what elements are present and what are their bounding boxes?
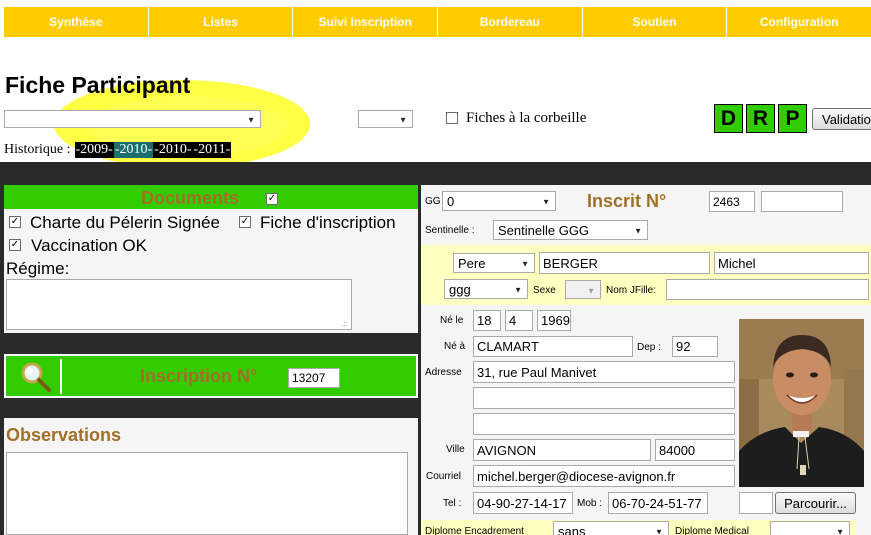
historique-year-link[interactable]: -2009- — [74, 142, 114, 158]
ne-jour-input[interactable]: 18 — [473, 310, 501, 331]
gg-select[interactable]: 0 ▼ — [442, 191, 556, 211]
inscrit-number-input[interactable]: 2463 — [709, 191, 755, 212]
code-postal-input[interactable]: 84000 — [655, 439, 735, 461]
nav-tab-soutien[interactable]: Soutien — [582, 7, 728, 37]
observations-textarea[interactable] — [6, 452, 408, 535]
historique-year-link[interactable]: -2010- — [113, 142, 154, 158]
mob-input[interactable]: 06-70-24-51-77 — [608, 492, 708, 514]
corbeille-label: Fiches à la corbeille — [466, 110, 587, 126]
historique-year-link[interactable]: -2011- — [192, 142, 232, 158]
chevron-down-icon: ▼ — [634, 226, 642, 236]
search-icon-box[interactable] — [11, 359, 62, 394]
tel-input[interactable]: 04-90-27-14-17 — [473, 492, 573, 514]
adresse-line2-input[interactable] — [473, 387, 735, 409]
nav-tab-suivi-inscription[interactable]: Suivi Inscription — [293, 7, 439, 37]
sentinelle-select[interactable]: Sentinelle GGG ▼ — [493, 220, 648, 240]
nav-tab-synthese[interactable]: Synthèse — [4, 7, 149, 37]
sentinelle-label: Sentinelle : — [425, 225, 475, 236]
r-button[interactable]: R — [746, 104, 775, 133]
regime-label: Régime: — [6, 259, 70, 278]
search-icon — [21, 362, 51, 392]
ne-a-label: Né à — [444, 341, 466, 352]
documents-title: Documents — [141, 188, 240, 208]
secondary-select[interactable]: ▼ — [358, 110, 413, 128]
historique-year-link[interactable]: -2010- — [153, 142, 193, 158]
documents-checkbox[interactable]: ✓ — [266, 193, 278, 205]
vaccination-checkbox[interactable]: ✓ — [9, 239, 21, 251]
main-nav: Synthèse Listes Suivi Inscription Border… — [4, 7, 871, 37]
diplome-encadrement-label: Diplome Encadrement — [425, 526, 524, 535]
ne-a-input[interactable]: CLAMART — [473, 336, 633, 357]
nav-tab-bordereau[interactable]: Bordereau — [438, 7, 583, 37]
chevron-down-icon: ▼ — [655, 527, 663, 535]
groupe-select[interactable]: ggg ▼ — [444, 279, 528, 299]
validation-button[interactable]: Validation — [812, 108, 871, 130]
charte-checkbox[interactable]: ✓ — [9, 216, 21, 228]
historique-label: Historique : — [4, 142, 71, 157]
chevron-down-icon: ▼ — [521, 259, 529, 269]
adresse-line1-input[interactable]: 31, rue Paul Manivet — [473, 361, 735, 383]
diplome-encadrement-select[interactable]: sans ▼ — [553, 521, 669, 535]
parcourir-button[interactable]: Parcourir... — [775, 492, 856, 514]
page-title: Fiche Participant — [5, 72, 191, 98]
inscription-label: Inscription N° — [140, 366, 258, 386]
chevron-down-icon: ▼ — [542, 197, 550, 207]
chevron-down-icon: ▼ — [836, 527, 844, 535]
gg-label: GG — [425, 196, 441, 207]
chevron-down-icon: ▼ — [399, 115, 407, 125]
participant-photo — [739, 319, 864, 487]
ne-mois-input[interactable]: 4 — [505, 310, 533, 331]
nav-tab-configuration[interactable]: Configuration — [727, 7, 871, 37]
fiche-inscription-checkbox[interactable]: ✓ — [239, 216, 251, 228]
nom-jfille-input[interactable] — [666, 279, 869, 300]
charte-label: Charte du Pélerin Signée — [30, 213, 220, 232]
p-button[interactable]: P — [778, 104, 807, 133]
dep-label: Dep : — [637, 342, 661, 353]
courriel-input[interactable]: michel.berger@diocese-avignon.fr — [473, 465, 735, 487]
ne-annee-input[interactable]: 1969 — [537, 310, 571, 331]
tel-label: Tel : — [443, 498, 462, 509]
inscrit-label: Inscrit N° — [587, 191, 667, 211]
dep-input[interactable]: 92 — [672, 336, 718, 357]
ville-input[interactable]: AVIGNON — [473, 439, 651, 461]
adresse-label: Adresse — [425, 367, 462, 378]
chevron-down-icon: ▼ — [587, 285, 595, 295]
mob-label: Mob : — [577, 498, 603, 509]
prenom-input[interactable]: Michel — [714, 252, 869, 274]
diplome-medical-select[interactable]: ▼ — [770, 521, 850, 535]
adresse-line3-input[interactable] — [473, 413, 735, 435]
participant-select[interactable]: ▼ — [4, 110, 261, 128]
diplome-medical-label: Diplome Medical — [675, 526, 749, 535]
nom-jfille-label: Nom JFille: — [606, 285, 657, 296]
inscrit-extra-input[interactable] — [761, 191, 843, 212]
sexe-select[interactable]: ▼ — [565, 280, 601, 299]
chevron-down-icon: ▼ — [247, 115, 255, 125]
observations-title: Observations — [6, 425, 122, 445]
ne-le-label: Né le — [440, 315, 464, 326]
sexe-label: Sexe — [533, 285, 556, 296]
regime-textarea[interactable]: .:: — [6, 279, 352, 330]
inscription-number-input[interactable]: 13207 — [288, 368, 340, 388]
ville-label: Ville — [446, 444, 465, 455]
photo-file-input[interactable] — [739, 492, 773, 514]
fiche-inscription-label: Fiche d'inscription — [260, 213, 396, 232]
chevron-down-icon: ▼ — [514, 285, 522, 295]
d-button[interactable]: D — [714, 104, 743, 133]
nom-input[interactable]: BERGER — [539, 252, 710, 274]
civilite-select[interactable]: Pere ▼ — [453, 253, 535, 273]
historique: Historique : -2009- -2010- -2010- -2011- — [4, 142, 232, 158]
nav-tab-listes[interactable]: Listes — [148, 7, 294, 37]
corbeille-checkbox[interactable] — [446, 112, 458, 124]
courriel-label: Courriel — [426, 471, 462, 482]
resize-grip-icon: .:: — [341, 319, 348, 328]
vaccination-label: Vaccination OK — [31, 236, 147, 255]
